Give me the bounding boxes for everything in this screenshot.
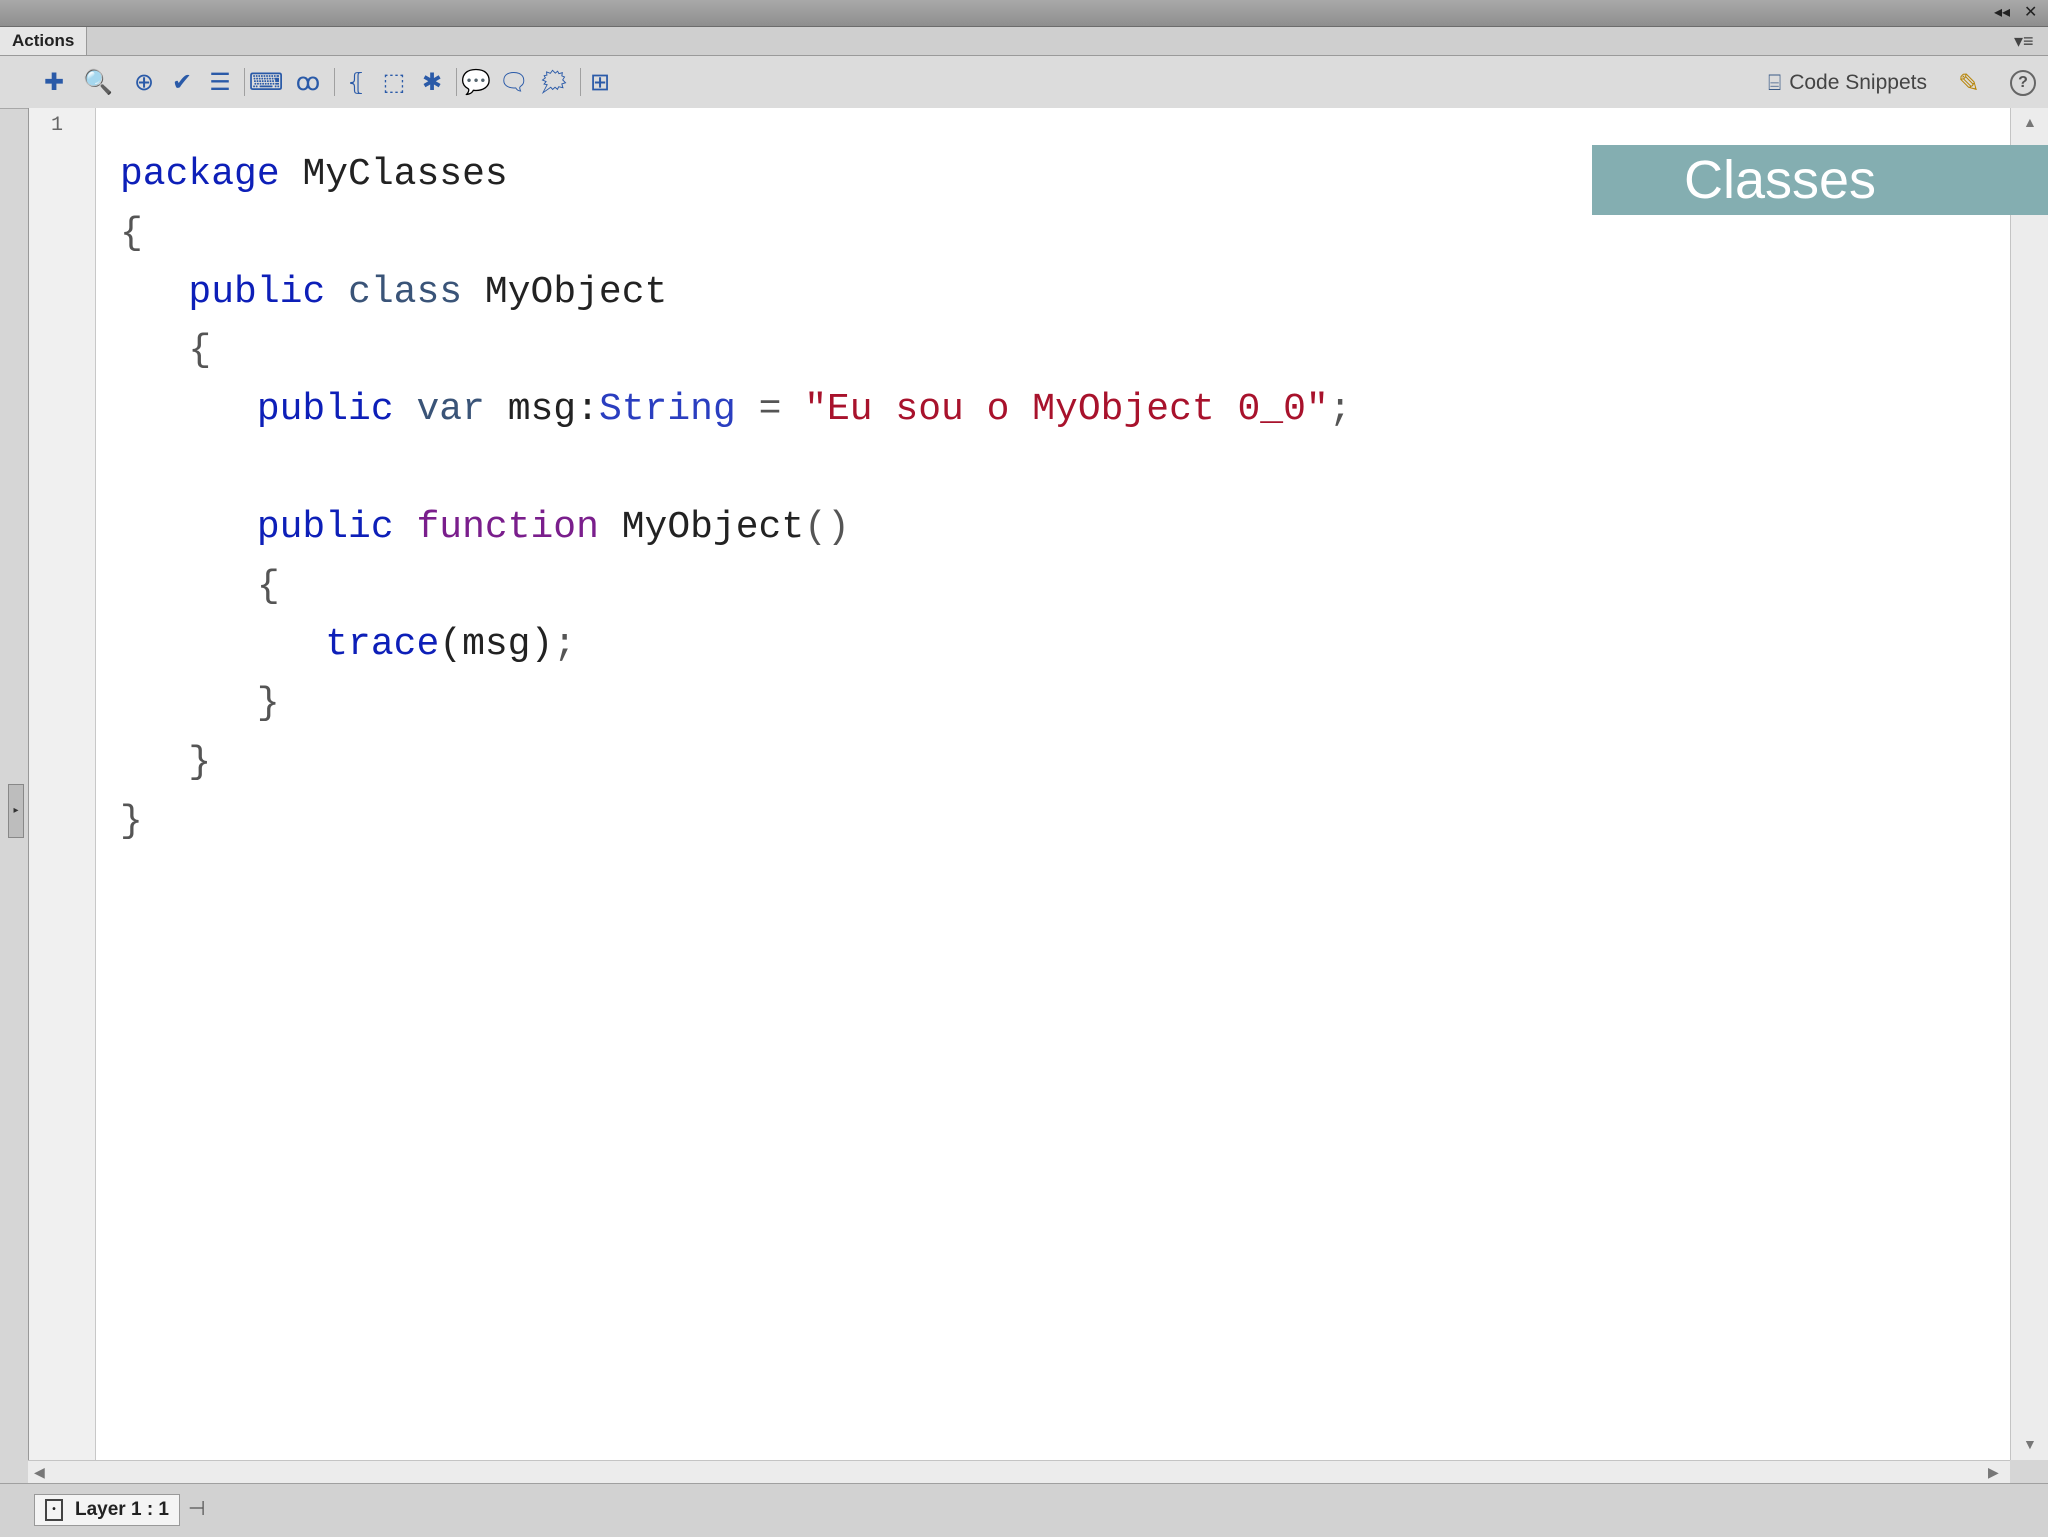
insert-target-path-icon[interactable]: ⊕ xyxy=(128,66,160,98)
scroll-up-icon[interactable]: ▲ xyxy=(2023,114,2037,130)
overlay-title: Classes xyxy=(1684,150,1877,210)
horizontal-scrollbar[interactable]: ◀ ▶ xyxy=(28,1460,2010,1483)
scroll-left-icon[interactable]: ◀ xyxy=(34,1464,45,1481)
collapse-icon[interactable]: ◂◂ xyxy=(1994,2,2010,24)
apply-block-comment-icon[interactable]: 💬 xyxy=(460,66,492,98)
tab-actions[interactable]: Actions xyxy=(0,27,88,55)
layer-tab[interactable]: • Layer 1 : 1 xyxy=(34,1494,180,1526)
help-icon[interactable]: ? xyxy=(2010,70,2036,96)
toolbar-separator xyxy=(334,68,335,96)
collapse-selection-icon[interactable]: ⬚ xyxy=(378,66,410,98)
actions-toolbar: ✚ 🔍 ⊕ ✔ ☰ ⌨ ꝏ ⦃ ⬚ ✱ 💬 🗨 🗯 ⊞ ⌸ Code Snipp… xyxy=(0,56,2048,109)
scroll-right-icon[interactable]: ▶ xyxy=(1988,1464,1999,1481)
toolbar-separator xyxy=(580,68,581,96)
auto-format-icon[interactable]: ☰ xyxy=(204,66,236,98)
code-line: public class MyObject xyxy=(188,270,668,314)
line-number-gutter: 1 xyxy=(29,108,96,1460)
find-icon[interactable]: 🔍 xyxy=(82,66,114,98)
expand-all-icon[interactable]: ✱ xyxy=(416,66,448,98)
apply-line-comment-icon[interactable]: 🗨 xyxy=(498,66,530,98)
code-line: { xyxy=(256,564,280,608)
layer-icon: • xyxy=(45,1499,63,1521)
panel-menu-icon[interactable]: ▾≡ xyxy=(2014,31,2034,52)
check-syntax-icon[interactable]: ✔ xyxy=(166,66,198,98)
code-snippets-button[interactable]: ⌸ Code Snippets xyxy=(1768,68,1927,98)
line-number: 1 xyxy=(51,114,64,137)
code-line: } xyxy=(188,740,212,784)
close-icon[interactable]: ✕ xyxy=(2024,2,2037,24)
pin-icon[interactable]: ⊣ xyxy=(188,1496,205,1521)
code-line: } xyxy=(120,799,143,843)
code-line: } xyxy=(256,682,280,726)
classes-overlay-banner: Classes xyxy=(1592,145,2048,215)
layer-label: Layer 1 : 1 xyxy=(75,1499,169,1520)
code-line: public var msg:String = "Eu sou o MyObje… xyxy=(256,388,1352,432)
code-text[interactable]: package MyClasses { public class MyObject… xyxy=(120,146,1352,852)
toolbar-separator xyxy=(244,68,245,96)
code-snippets-label: Code Snippets xyxy=(1789,71,1927,94)
show-code-hint-icon[interactable]: ⌨ xyxy=(249,66,284,98)
collapse-between-braces-icon[interactable]: ⦃ xyxy=(340,66,372,98)
status-bar: • Layer 1 : 1 ⊣ xyxy=(0,1483,2048,1537)
vertical-scrollbar[interactable]: ▲ ▼ xyxy=(2010,108,2048,1460)
remove-comment-icon[interactable]: 🗯 xyxy=(538,66,570,98)
toolbar-separator xyxy=(456,68,457,96)
wand-icon[interactable]: ✎ xyxy=(1958,68,1980,99)
code-line: trace(msg); xyxy=(325,623,577,667)
code-line: public function MyObject() xyxy=(256,505,850,549)
debug-options-icon[interactable]: ꝏ xyxy=(292,66,324,98)
snippets-icon: ⌸ xyxy=(1768,70,1782,95)
show-hide-toolbox-icon[interactable]: ⊞ xyxy=(584,66,616,98)
add-statement-icon[interactable]: ✚ xyxy=(38,66,70,98)
panel-title-bar: ◂◂ ✕ xyxy=(0,0,2048,27)
code-line: { xyxy=(188,329,212,373)
scroll-down-icon[interactable]: ▼ xyxy=(2023,1436,2037,1452)
panel-tab-bar: Actions ▾≡ xyxy=(0,27,2048,56)
code-line: package MyClasses xyxy=(120,153,508,196)
side-collapse-handle[interactable]: ▸ xyxy=(8,784,24,838)
code-line: { xyxy=(120,211,143,255)
